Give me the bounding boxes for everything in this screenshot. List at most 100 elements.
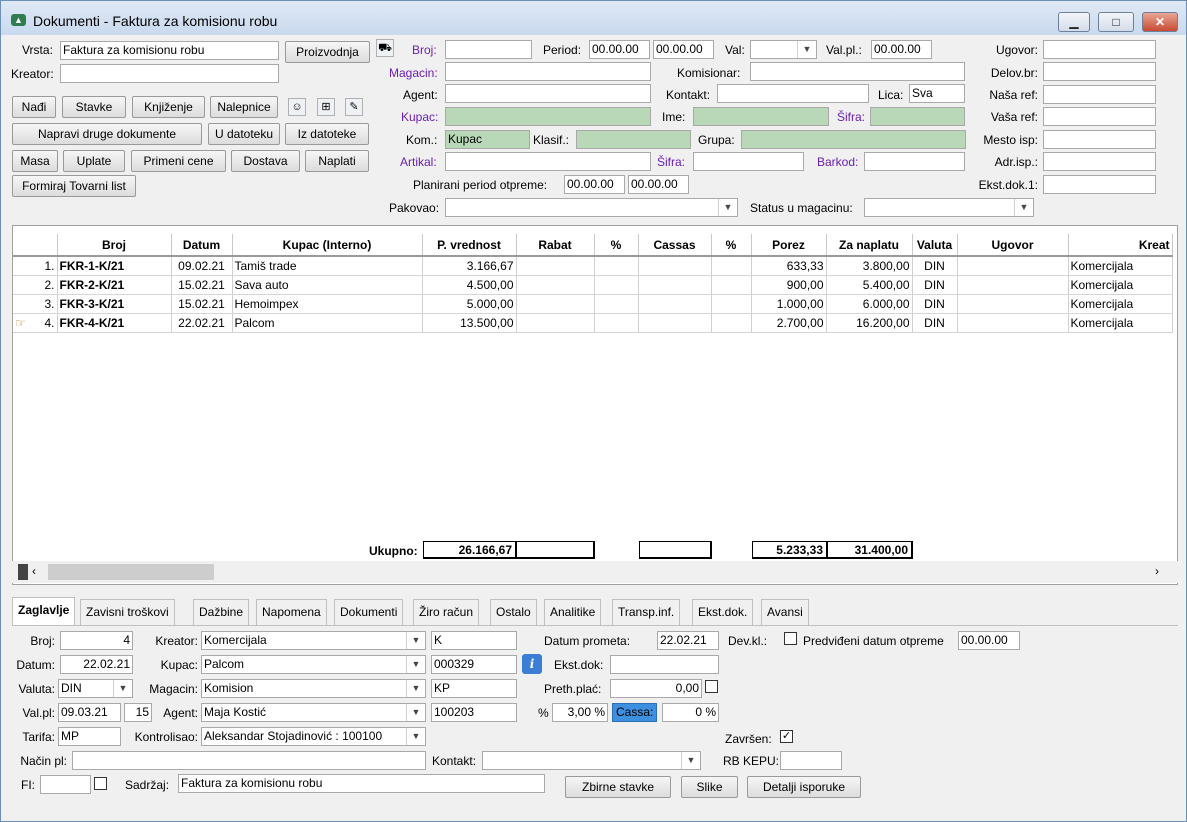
primeni-cene-button[interactable]: Primeni cene	[131, 150, 226, 172]
tab-dokumenti[interactable]: Dokumenti	[334, 599, 404, 625]
tab-avansi[interactable]: Avansi	[761, 599, 809, 625]
detail-agent-code[interactable]: 100203	[431, 703, 517, 722]
scroll-right-icon[interactable]: ›	[1155, 564, 1159, 578]
documents-grid[interactable]: Broj Datum Kupac (Interno) P. vrednost R…	[12, 225, 1178, 585]
table-row[interactable]: 3. FKR-3-K/21 15.02.21 Hemoimpex 5.000,0…	[13, 294, 1173, 314]
detail-kupac-code[interactable]: 000329	[431, 655, 517, 674]
user-lock-icon[interactable]: ☺	[288, 98, 306, 116]
col-header[interactable]: Ugovor	[957, 234, 1069, 257]
kontrolisao-select[interactable]: Aleksandar Stojadinović : 100100 ▼	[201, 727, 426, 746]
col-header[interactable]: %	[711, 234, 752, 257]
dostava-button[interactable]: Dostava	[231, 150, 300, 172]
detail-magacin-select[interactable]: Komision ▼	[201, 679, 426, 698]
tab-zavisni-troskovi[interactable]: Zavisni troškovi	[80, 599, 175, 625]
truck-icon[interactable]: ⛟	[376, 39, 394, 57]
zbirne-stavke-button[interactable]: Zbirne stavke	[565, 776, 671, 798]
detail-tarifa-field[interactable]: MP	[58, 727, 121, 746]
napravi-druge-dokumente-button[interactable]: Napravi druge dokumente	[12, 123, 202, 145]
ekstdok1-field[interactable]	[1043, 175, 1156, 194]
magacin-filter-field[interactable]	[445, 62, 651, 81]
artikal-field[interactable]	[445, 152, 651, 171]
tab-zaglavlje[interactable]: Zaglavlje	[12, 597, 76, 625]
tab-dazbine[interactable]: Dažbine	[193, 599, 250, 625]
detail-kontakt-select[interactable]: ▼	[482, 751, 701, 770]
kupac-filter-field[interactable]	[445, 107, 651, 126]
tab-napomena[interactable]: Napomena	[256, 599, 327, 625]
kreator-field[interactable]	[60, 64, 279, 83]
ugovor-field[interactable]	[1043, 40, 1156, 59]
val-select[interactable]: ▼	[750, 40, 817, 59]
vrsta-field[interactable]: Faktura za komisionu robu	[60, 41, 279, 60]
sifra2-field[interactable]	[693, 152, 804, 171]
detail-valuta-select[interactable]: DIN ▼	[58, 679, 133, 698]
agent-filter-field[interactable]	[445, 84, 651, 103]
sifra-field[interactable]	[870, 107, 965, 126]
tab-ekst-dok[interactable]: Ekst.dok.	[692, 599, 754, 625]
col-header[interactable]: Broj	[57, 234, 172, 257]
col-header[interactable]: Datum	[171, 234, 233, 257]
u-datoteku-button[interactable]: U datoteku	[208, 123, 280, 145]
mestoisp-field[interactable]	[1043, 130, 1156, 149]
nalepnice-button[interactable]: Nalepnice	[210, 96, 278, 118]
info-icon[interactable]: i	[522, 654, 542, 674]
nadji-button[interactable]: Nađi	[12, 96, 56, 118]
detail-valpl-field[interactable]: 09.03.21	[58, 703, 121, 722]
komisionar-field[interactable]	[750, 62, 965, 81]
tab-transp-inf[interactable]: Transp.inf.	[612, 599, 681, 625]
scroll-left-icon[interactable]: ‹	[32, 564, 36, 578]
close-button[interactable]: ✕	[1142, 12, 1178, 32]
col-header[interactable]: Valuta	[912, 234, 958, 257]
lica-field[interactable]: Sva	[909, 84, 965, 103]
col-header[interactable]: Kreat	[1068, 234, 1173, 257]
nasaref-field[interactable]	[1043, 85, 1156, 104]
barkod-field[interactable]	[864, 152, 965, 171]
table-row[interactable]: 2. FKR-2-K/21 15.02.21 Sava auto 4.500,0…	[13, 275, 1173, 295]
fi-field[interactable]	[40, 775, 91, 794]
col-header[interactable]: P. vrednost	[422, 234, 517, 257]
klasif-field[interactable]	[576, 130, 691, 149]
knjizenje-button[interactable]: Knjiženje	[132, 96, 205, 118]
adrisp-field[interactable]	[1043, 152, 1156, 171]
col-header[interactable]: Kupac (Interno)	[232, 234, 423, 257]
minimize-button[interactable]: ▁	[1058, 12, 1090, 32]
datum-prometa-field[interactable]: 22.02.21	[657, 631, 719, 650]
scroll-thumb[interactable]	[48, 564, 214, 580]
rbkepu-field[interactable]	[780, 751, 842, 770]
hierarchy-icon[interactable]: ⊞	[317, 98, 335, 116]
col-header[interactable]: Rabat	[516, 234, 595, 257]
naplati-button[interactable]: Naplati	[305, 150, 369, 172]
detail-datum-field[interactable]: 22.02.21	[60, 655, 133, 674]
kom-field[interactable]: Kupac	[445, 130, 530, 149]
cassa-label[interactable]: Cassa:	[612, 703, 658, 722]
prethplac-field[interactable]: 0,00	[610, 679, 702, 698]
devkl-checkbox[interactable]	[784, 632, 797, 645]
col-header[interactable]: Cassas	[638, 234, 712, 257]
col-header[interactable]: %	[594, 234, 639, 257]
table-row-selected[interactable]: ☞ 4. FKR-4-K/21 22.02.21 Palcom 13.500,00…	[13, 313, 1173, 333]
vasaref-field[interactable]	[1043, 107, 1156, 126]
uplate-button[interactable]: Uplate	[63, 150, 125, 172]
kontakt-filter-field[interactable]	[717, 84, 869, 103]
plan-to-field[interactable]: 00.00.00	[628, 175, 689, 194]
detail-kupac-select[interactable]: Palcom ▼	[201, 655, 426, 674]
horizontal-scrollbar[interactable]: ‹ ›	[12, 561, 1178, 583]
fi-checkbox[interactable]	[94, 777, 107, 790]
broj-filter-field[interactable]	[445, 40, 532, 59]
stavke-button[interactable]: Stavke	[62, 96, 126, 118]
detail-valpl-days[interactable]: 15	[124, 703, 152, 722]
plan-from-field[interactable]: 00.00.00	[564, 175, 625, 194]
ekstdok-field[interactable]	[610, 655, 719, 674]
document-edit-icon[interactable]: ✎	[345, 98, 363, 116]
cassa-field[interactable]: 0 %	[662, 703, 719, 722]
valpl-filter-field[interactable]: 00.00.00	[871, 40, 932, 59]
detail-agent-select[interactable]: Maja Kostić ▼	[201, 703, 426, 722]
detail-broj-field[interactable]: 4	[60, 631, 133, 650]
detail-magacin-code[interactable]: KP	[431, 679, 517, 698]
zavrsen-checkbox[interactable]: ✓	[780, 730, 793, 743]
sadrzaj-field[interactable]: Faktura za komisionu robu	[178, 774, 545, 793]
tab-ostalo[interactable]: Ostalo	[490, 599, 537, 625]
col-header[interactable]: Porez	[751, 234, 827, 257]
tab-analitike[interactable]: Analitike	[544, 599, 602, 625]
period-from-field[interactable]: 00.00.00	[589, 40, 650, 59]
predvidjeni-field[interactable]: 00.00.00	[958, 631, 1020, 650]
